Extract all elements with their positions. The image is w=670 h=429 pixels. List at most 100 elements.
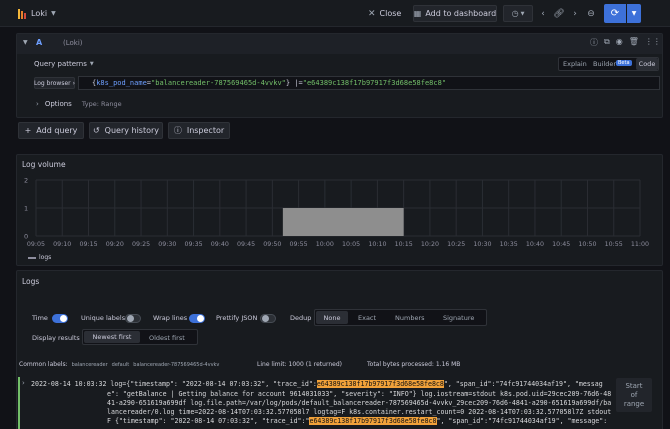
legend-logs-label: logs — [39, 254, 52, 261]
loki-logo-icon — [18, 8, 26, 19]
run-query-button[interactable]: ⟳ — [604, 4, 626, 23]
x-tick-label: 10:10 — [368, 241, 386, 248]
chevron-right-icon: › — [36, 99, 39, 108]
log-line: F {"timestamp": "2022-08-14 07:03:32", "… — [107, 417, 607, 425]
start-of-range-label: Start — [625, 381, 643, 390]
x-tick-label: 09:25 — [132, 241, 150, 248]
datasource-name: Loki — [31, 9, 48, 18]
dedup-numbers-option[interactable]: Numbers — [395, 314, 425, 322]
add-query-button[interactable]: + Add query — [18, 122, 84, 139]
drag-handle-icon[interactable]: ⋮⋮ — [645, 37, 661, 48]
bytes-processed-info: Total bytes processed: 1.16 MB — [367, 361, 461, 368]
oldest-first-option[interactable]: Oldest first — [149, 334, 185, 342]
expr-line-filter-op: |= — [290, 79, 303, 87]
mode-code-label: Code — [638, 60, 656, 68]
wrap-lines-toggle[interactable] — [189, 314, 205, 323]
log-line: 2022-08-14 10:03:32 log={"timestamp": "2… — [31, 380, 603, 388]
zoom-out-button[interactable]: ⊖ — [584, 6, 598, 21]
mode-code-tab[interactable]: Code — [636, 58, 658, 70]
start-of-range-button[interactable]: Start of range — [616, 378, 652, 412]
zoom-out-icon: ⊖ — [587, 8, 595, 19]
x-tick-label: 10:00 — [316, 241, 334, 248]
inspector-button[interactable]: ⓘ Inspector — [168, 122, 230, 139]
help-icon[interactable]: ⓘ — [590, 37, 598, 48]
add-query-label: Add query — [36, 126, 78, 135]
unique-labels-label: Unique labels — [81, 314, 126, 322]
x-tick-label: 10:30 — [473, 241, 491, 248]
clock-icon: ◷ — [511, 9, 519, 18]
log-text: 2022-08-14 10:03:32 log={"timestamp": "2… — [31, 380, 317, 388]
close-icon: ✕ — [368, 8, 376, 19]
prettify-json-label: Prettify JSON — [216, 314, 258, 322]
log-browser-button[interactable]: Log browser › — [34, 77, 75, 89]
legend-swatch — [28, 256, 36, 259]
volume-legend[interactable]: logs — [28, 254, 51, 261]
x-tick-label: 09:50 — [263, 241, 281, 248]
x-tick-label: 10:05 — [342, 241, 360, 248]
query-history-label: Query history — [104, 126, 160, 135]
x-tick-label: 11:00 — [631, 241, 649, 248]
newest-first-option[interactable]: Newest first — [84, 331, 140, 343]
mode-builder-tab[interactable]: Builder — [593, 60, 616, 68]
trace-id-highlight: e64389c138f17b97917f3d68e58fe8c8 — [316, 380, 444, 388]
log-text: ", "span_id":"74fc91744034af19", "messag — [443, 380, 603, 388]
eye-icon[interactable]: ◉ — [616, 37, 623, 48]
query-history-button[interactable]: ↺ Query history — [89, 122, 163, 139]
query-expression-input[interactable]: { k8s_pod_name = "balancereader-78756946… — [78, 76, 660, 90]
datasource-picker[interactable]: Loki ▼ — [18, 6, 56, 21]
chevron-right-icon: › — [72, 79, 76, 87]
options-type: Type: Range — [81, 99, 122, 108]
volume-bar — [282, 208, 404, 236]
display-results-label: Display results — [32, 334, 80, 342]
y-tick-label: 0 — [24, 233, 28, 241]
query-options-toggle[interactable]: › Options Type: Range — [36, 98, 122, 109]
dedup-signature-option[interactable]: Signature — [443, 314, 474, 322]
prettify-json-toggle[interactable] — [260, 314, 276, 323]
dedup-label: Dedup — [290, 314, 312, 322]
forward-button[interactable]: › — [568, 6, 582, 21]
unique-labels-toggle[interactable] — [125, 314, 141, 323]
x-tick-label: 09:10 — [53, 241, 71, 248]
x-tick-label: 10:25 — [447, 241, 465, 248]
x-tick-label: 10:45 — [552, 241, 570, 248]
log-text: F {"timestamp": "2022-08-14 07:03:32", "… — [107, 417, 310, 425]
start-of-range-label: range — [623, 399, 645, 408]
collapse-chevron-icon[interactable]: ▼ — [23, 39, 28, 46]
expr-label-key: k8s_pod_name — [96, 79, 147, 87]
close-button[interactable]: ✕ Close — [368, 6, 401, 21]
duplicate-icon[interactable]: ⧉ — [604, 37, 610, 48]
dedup-exact-option[interactable]: Exact — [358, 314, 376, 322]
trash-icon[interactable]: 🗑︎ — [629, 37, 639, 48]
query-patterns-button[interactable]: Query patterns ▼ — [34, 58, 94, 70]
x-tick-label: 09:35 — [184, 241, 202, 248]
run-options-button[interactable]: ▼ — [627, 4, 641, 23]
add-to-dashboard-button[interactable]: ▦ Add to dashboard — [413, 5, 497, 22]
beta-badge: Beta — [616, 60, 632, 66]
x-tick-label: 10:50 — [578, 241, 596, 248]
common-labels-label: Common labels: — [19, 361, 68, 368]
expand-row-icon[interactable]: › — [22, 379, 25, 387]
start-of-range-label: of — [630, 390, 638, 399]
dedup-none-option[interactable]: None — [316, 311, 348, 324]
logs-title: Logs — [22, 277, 40, 286]
x-tick-label: 09:40 — [211, 241, 229, 248]
log-text: e": "getBalance | Getting balance for ac… — [107, 390, 612, 398]
share-link-button[interactable]: 🔗︎ — [552, 6, 566, 21]
close-label: Close — [379, 9, 402, 18]
plus-icon: + — [24, 126, 32, 135]
log-browser-label: Log browser — [33, 79, 71, 87]
history-icon: ↺ — [92, 126, 100, 135]
log-line: 41-a290-651619a699df log.file.path=/var/… — [107, 399, 611, 407]
x-tick-label: 10:55 — [605, 241, 623, 248]
add-to-dashboard-label: Add to dashboard — [425, 9, 497, 18]
mode-explain-toggle[interactable]: Explain — [563, 60, 587, 68]
chevron-down-icon: ▼ — [631, 10, 637, 17]
trace-id-highlight: e64389c138f17b97917f3d68e58fe8c8 — [309, 417, 437, 425]
log-level-bar — [18, 377, 20, 429]
time-toggle[interactable] — [52, 314, 68, 323]
time-range-button[interactable]: ◷ ▼ — [503, 5, 533, 22]
x-tick-label: 09:30 — [158, 241, 176, 248]
time-option: Time — [32, 314, 48, 322]
query-letter: A — [36, 38, 43, 47]
shift-back-button[interactable]: ‹ — [536, 6, 550, 21]
